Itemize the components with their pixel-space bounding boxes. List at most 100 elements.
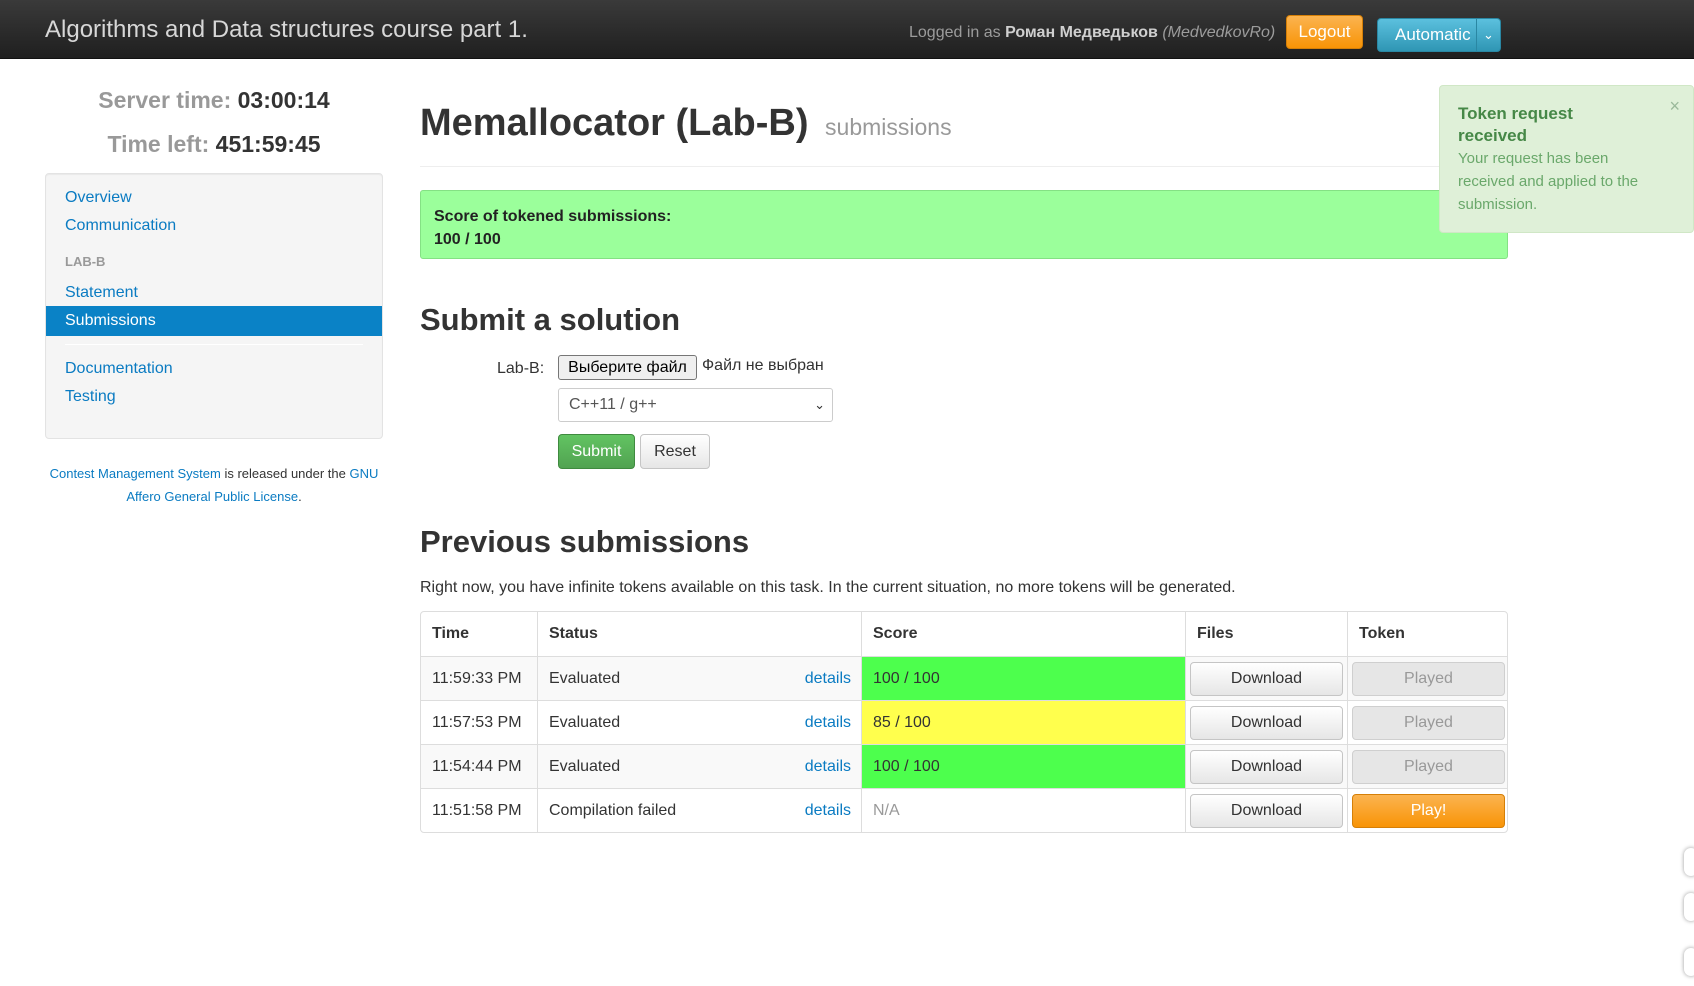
submission-status: Evaluated details: [537, 745, 861, 788]
submission-status: Evaluated details: [537, 701, 861, 744]
submission-token: Played: [1347, 701, 1507, 744]
sidebar-item-overview[interactable]: Overview: [46, 183, 382, 213]
close-icon[interactable]: ×: [1669, 96, 1680, 117]
download-button[interactable]: Download: [1190, 662, 1343, 696]
page-title: Memallocator (Lab-B) submissions: [420, 102, 952, 145]
submission-time: 11:57:53 PM: [432, 714, 522, 731]
table-header-row: Time Status Score Files Token: [421, 612, 1507, 656]
submission-files: Download: [1185, 657, 1347, 700]
details-link[interactable]: details: [805, 789, 851, 832]
file-status: Файл не выбран: [702, 357, 824, 374]
chevron-down-icon: ⌄: [814, 397, 825, 412]
table-row: 11:54:44 PM Evaluated details 100 / 100 …: [421, 744, 1507, 788]
sidebar-item-testing[interactable]: Testing: [46, 382, 382, 412]
user-name: Роман Медведьков: [1005, 24, 1158, 41]
login-info: Logged in as Роман Медведьков (Medvedkov…: [909, 24, 1275, 42]
time-left-label: Time left:: [107, 131, 210, 157]
notification-title: Token request received: [1458, 104, 1573, 145]
submit-section-title: Submit a solution: [420, 302, 681, 337]
submission-status-text: Compilation failed: [549, 802, 677, 819]
course-title: Algorithms and Data structures course pa…: [45, 16, 528, 43]
submission-token: Played: [1347, 745, 1507, 788]
table-row: 11:57:53 PM Evaluated details 85 / 100 D…: [421, 700, 1507, 744]
sidebar-item-statement[interactable]: Statement: [46, 278, 382, 308]
tokened-score-box: Score of tokened submissions: 100 / 100: [420, 190, 1508, 259]
notification-body: Your request has been received and appli…: [1458, 150, 1639, 213]
server-time-label: Server time:: [98, 87, 232, 113]
download-button[interactable]: Download: [1190, 706, 1343, 740]
top-bar: Algorithms and Data structures course pa…: [0, 0, 1694, 59]
chevron-down-icon: ⌄: [1476, 19, 1500, 51]
header-status: Status: [537, 612, 861, 656]
task-title: Memallocator (Lab-B): [420, 102, 809, 144]
time-left-value: 451:59:45: [215, 131, 321, 157]
floating-widget-icon[interactable]: [1684, 893, 1694, 921]
submission-time: 11:54:44 PM: [432, 758, 522, 775]
details-link[interactable]: details: [805, 701, 851, 744]
submission-time: 11:51:58 PM: [432, 802, 522, 819]
sidebar-divider: [65, 344, 363, 345]
submission-files: Download: [1185, 701, 1347, 744]
floating-widget-icon[interactable]: [1684, 848, 1694, 876]
header-score: Score: [861, 612, 1185, 656]
submission-token: Play!: [1347, 789, 1507, 832]
submission-files: Download: [1185, 789, 1347, 832]
submission-files: Download: [1185, 745, 1347, 788]
license-end-text: .: [298, 489, 302, 504]
server-time: Server time: 03:00:14: [45, 87, 383, 114]
floating-widget-icon[interactable]: [1684, 948, 1694, 976]
token-played-button: Played: [1352, 706, 1505, 740]
header-files: Files: [1185, 612, 1347, 656]
tokens-note: Right now, you have infinite tokens avai…: [420, 579, 1236, 596]
sidebar-task-header: LAB-B: [65, 254, 106, 269]
cms-link[interactable]: Contest Management System: [50, 466, 221, 481]
logout-button[interactable]: Logout: [1286, 15, 1363, 49]
table-row: 11:59:33 PM Evaluated details 100 / 100 …: [421, 656, 1507, 700]
sidebar-nav: Overview Communication LAB-B Statement S…: [45, 173, 383, 439]
submission-status-text: Evaluated: [549, 670, 621, 687]
details-link[interactable]: details: [805, 657, 851, 700]
submissions-table: Time Status Score Files Token 11:59:33 P…: [420, 611, 1508, 833]
language-select-value: C++11 / g++: [569, 396, 657, 413]
submission-score: 100 / 100: [861, 657, 1185, 700]
token-notification: × Token request received Your request ha…: [1439, 85, 1694, 233]
sidebar-item-communication[interactable]: Communication: [46, 211, 382, 241]
submission-score: 100 / 100: [861, 745, 1185, 788]
file-field-label: Lab-B:: [497, 360, 545, 377]
reset-button[interactable]: Reset: [640, 434, 710, 469]
license-middle-text: is released under the: [224, 466, 346, 481]
table-row: 11:51:58 PM Compilation failed details N…: [421, 788, 1507, 832]
submission-time: 11:59:33 PM: [432, 670, 522, 687]
sidebar-item-submissions[interactable]: Submissions: [46, 306, 382, 336]
language-selector-label: Automatic: [1395, 25, 1471, 44]
token-played-button: Played: [1352, 662, 1505, 696]
submit-button[interactable]: Submit: [558, 434, 635, 469]
submission-status-text: Evaluated: [549, 714, 621, 731]
sidebar-item-documentation[interactable]: Documentation: [46, 354, 382, 384]
time-left: Time left: 451:59:45: [45, 131, 383, 158]
submission-score: 85 / 100: [861, 701, 1185, 744]
token-played-button: Played: [1352, 750, 1505, 784]
tokened-score-value: 100 / 100: [434, 231, 501, 248]
logged-in-prefix: Logged in as: [909, 24, 1001, 41]
play-token-button[interactable]: Play!: [1352, 794, 1505, 828]
user-login: (MedvedkovRo): [1162, 24, 1276, 41]
submission-status: Evaluated details: [537, 657, 861, 700]
language-select[interactable]: C++11 / g++ ⌄: [558, 388, 833, 422]
details-link[interactable]: details: [805, 745, 851, 788]
header-time: Time: [432, 625, 470, 642]
download-button[interactable]: Download: [1190, 750, 1343, 784]
previous-submissions-title: Previous submissions: [420, 524, 750, 559]
submission-status: Compilation failed details: [537, 789, 861, 832]
submission-token: Played: [1347, 657, 1507, 700]
choose-file-button[interactable]: Выберите файл: [558, 355, 697, 380]
submission-status-text: Evaluated: [549, 758, 621, 775]
download-button[interactable]: Download: [1190, 794, 1343, 828]
submission-score: N/A: [861, 789, 1185, 832]
page-subtitle: submissions: [825, 114, 952, 140]
header-token: Token: [1347, 612, 1507, 656]
title-divider: [420, 166, 1508, 167]
tokened-score-label: Score of tokened submissions:: [434, 208, 672, 225]
license-footnote: Contest Management System is released un…: [45, 462, 383, 508]
language-selector[interactable]: Automatic ⌄: [1377, 18, 1501, 52]
